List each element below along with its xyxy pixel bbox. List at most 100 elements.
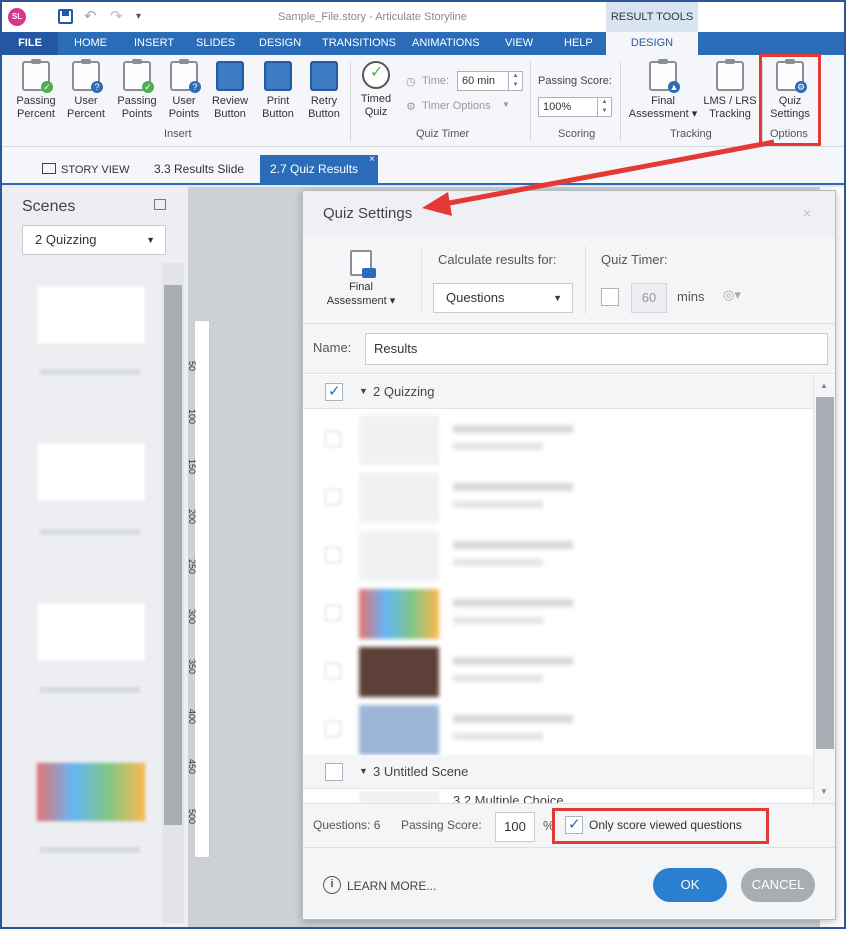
chart-clipboard-icon: ✓: [123, 59, 154, 93]
question-row[interactable]: [303, 585, 813, 643]
chevron-down-icon: ▼: [146, 235, 155, 245]
close-icon[interactable]: ×: [803, 205, 811, 221]
scene-checkbox[interactable]: [325, 382, 343, 401]
learn-more-link[interactable]: LEARN MORE...: [347, 879, 436, 893]
question-row[interactable]: [303, 411, 813, 469]
collapse-icon[interactable]: ▼: [359, 386, 368, 396]
slide-thumbnail[interactable]: [36, 762, 146, 822]
scroll-down-icon[interactable]: ▼: [820, 787, 828, 796]
passing-score-input[interactable]: 100: [495, 812, 535, 842]
question-row[interactable]: [303, 643, 813, 701]
tab-file[interactable]: FILE: [2, 32, 58, 55]
chevron-down-icon: ▼: [553, 293, 562, 303]
time-label: Time:: [422, 75, 450, 87]
tab-transitions[interactable]: TRANSITIONS: [322, 32, 396, 55]
scenes-scrollbar[interactable]: [162, 263, 184, 923]
slide-thumbnail[interactable]: [36, 442, 146, 502]
calculate-select[interactable]: Questions ▼: [433, 283, 573, 313]
passing-points-button[interactable]: ✓ Passing Points: [114, 59, 160, 121]
name-input[interactable]: Results: [365, 333, 828, 365]
info-icon[interactable]: i: [323, 876, 341, 894]
question-row[interactable]: [303, 527, 813, 585]
scene-header[interactable]: ▼ 2 Quizzing: [303, 375, 813, 409]
tab-view[interactable]: VIEW: [505, 32, 533, 55]
timer-minutes-input[interactable]: 60: [631, 283, 667, 313]
collapse-icon[interactable]: ▼: [359, 766, 368, 776]
question-row[interactable]: [303, 469, 813, 527]
ok-button[interactable]: OK: [653, 868, 727, 902]
scroll-thumb[interactable]: [164, 285, 182, 825]
tab-insert[interactable]: INSERT: [134, 32, 174, 55]
review-button[interactable]: Review Button: [210, 61, 250, 121]
retry-button[interactable]: Retry Button: [304, 61, 344, 121]
tracking-group-label: Tracking: [670, 128, 712, 140]
final-assessment-button[interactable]: ▲ Final Assessment ▾: [628, 59, 698, 121]
dialog-footer: i LEARN MORE... OK CANCEL: [303, 847, 835, 919]
close-tab-icon[interactable]: ×: [369, 146, 375, 174]
undo-icon[interactable]: ↶: [84, 7, 97, 25]
score-spinner[interactable]: ▲ ▼: [597, 98, 611, 116]
final-assessment-dropdown[interactable]: Final Assessment ▾: [323, 250, 399, 308]
clock-icon: ◷: [406, 76, 416, 88]
user-percent-button[interactable]: ? User Percent: [64, 59, 108, 121]
percent-clipboard-icon: ✓: [22, 59, 53, 93]
app-window: SL ↶ ↷ ▾ Sample_File.story - Articulate …: [0, 0, 846, 929]
user-clipboard-icon: ?: [170, 59, 201, 93]
time-spinner[interactable]: ▲ ▼: [508, 72, 522, 90]
quiz-timer-checkbox[interactable]: [601, 288, 619, 306]
timer-options-icon: ⚙: [406, 101, 416, 113]
mins-label: mins: [677, 289, 705, 304]
save-icon[interactable]: [58, 9, 73, 24]
tab-quiz-results[interactable]: 2.7 Quiz Results ×: [260, 154, 378, 185]
redo-icon[interactable]: ↷: [110, 7, 123, 25]
question-row[interactable]: [303, 701, 813, 759]
panel-popout-icon[interactable]: [154, 199, 166, 210]
tab-animations[interactable]: ANIMATIONS: [412, 32, 480, 55]
result-tools-header: RESULT TOOLS: [606, 2, 698, 32]
time-input[interactable]: 60 min ▲ ▼: [457, 71, 523, 91]
passing-score-label: Passing Score:: [538, 75, 612, 87]
group-divider: [350, 61, 351, 141]
timer-options-dropdown[interactable]: Timer Options: [422, 100, 491, 112]
printer-icon: [264, 61, 292, 91]
passing-percent-button[interactable]: ✓ Passing Percent: [12, 59, 60, 121]
question-list: ▼ 2 Quizzing ▼ 3 Untitled Scene 3.2 Mult…: [303, 375, 835, 808]
slide-caption: [40, 687, 140, 693]
storyline-logo: SL: [8, 8, 26, 26]
ribbon-tabs: FILE HOME INSERT SLIDES DESIGN TRANSITIO…: [2, 32, 844, 55]
story-view-tab[interactable]: STORY VIEW: [32, 155, 139, 185]
tab-design[interactable]: DESIGN: [259, 32, 301, 55]
question-thumbnail: [359, 791, 439, 803]
percent-clipboard-icon: ?: [72, 59, 103, 93]
cancel-button[interactable]: CANCEL: [741, 868, 815, 902]
tab-result-design[interactable]: DESIGN: [606, 32, 698, 55]
highlight-quiz-settings: [759, 54, 821, 146]
scene-checkbox[interactable]: [325, 763, 343, 781]
slide-caption: [40, 847, 140, 853]
tracking-icon: [716, 59, 744, 91]
scene-header[interactable]: ▼ 3 Untitled Scene: [303, 755, 813, 789]
timed-quiz-button[interactable]: TimedQuiz: [356, 61, 396, 119]
slide-thumbnail[interactable]: [36, 602, 146, 662]
scenes-panel: Scenes 2 Quizzing ▼: [2, 187, 188, 927]
timer-settings-icon[interactable]: ◎▾: [723, 287, 741, 303]
scene-select[interactable]: 2 Quizzing ▼: [22, 225, 166, 255]
print-button[interactable]: Print Button: [258, 61, 298, 121]
tab-slides[interactable]: SLIDES: [196, 32, 235, 55]
user-points-button[interactable]: ? User Points: [162, 59, 206, 121]
tab-results-slide[interactable]: 3.3 Results Slide: [144, 155, 254, 185]
question-scrollbar[interactable]: ▲ ▼: [813, 375, 835, 803]
assessment-icon: [350, 250, 376, 278]
slide-thumbnail[interactable]: [36, 285, 146, 345]
lms-tracking-button[interactable]: LMS / LRS Tracking: [702, 59, 758, 121]
scroll-up-icon[interactable]: ▲: [820, 381, 828, 390]
title-bar: SL ↶ ↷ ▾ Sample_File.story - Articulate …: [2, 2, 844, 32]
slide-caption: [40, 369, 140, 375]
passing-score-input[interactable]: 100% ▲ ▼: [538, 97, 612, 117]
scroll-thumb[interactable]: [816, 397, 834, 749]
slide-caption: [40, 529, 140, 535]
tab-help[interactable]: HELP: [564, 32, 593, 55]
window-title: Sample_File.story - Articulate Storyline: [278, 11, 467, 23]
customize-toolbar-icon[interactable]: ▾: [136, 11, 141, 22]
tab-home[interactable]: HOME: [74, 32, 107, 55]
